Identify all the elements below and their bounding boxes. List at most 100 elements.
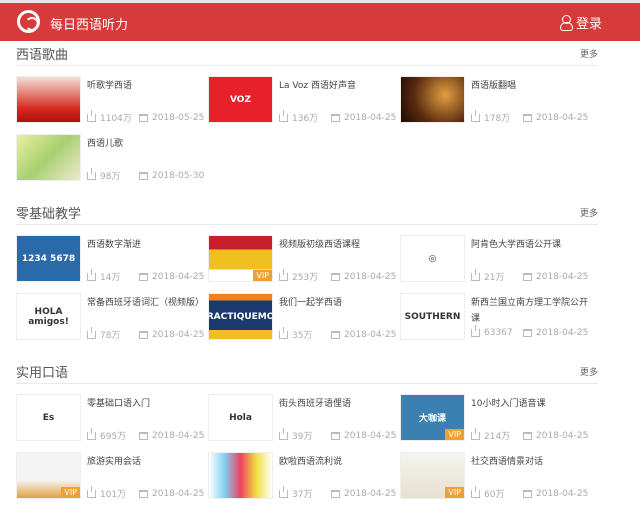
course-thumbnail[interactable]: 大咖课 VIP	[400, 394, 465, 441]
course-title[interactable]: 社交西语情景对话	[471, 454, 589, 470]
thumbnail-label: 1234 5678	[21, 253, 76, 264]
course-title[interactable]: 视频版初级西语课程	[279, 237, 397, 253]
download-count: 178万	[484, 114, 511, 124]
course-title[interactable]: 西语版翻唱	[471, 78, 589, 94]
course-item[interactable]: 听歌学西语 1104万 2018-05-25	[16, 76, 206, 124]
course-thumbnail[interactable]	[400, 76, 465, 123]
download-count: 63367	[484, 328, 513, 338]
section-title: 实用口语	[16, 366, 69, 381]
download-icon	[471, 268, 480, 281]
calendar-icon	[139, 113, 148, 122]
course-thumbnail[interactable]: SOUTHERN	[400, 293, 465, 340]
app-header: 每日西语听力 登录	[0, 3, 640, 41]
thumbnail-label: SOUTHERN	[404, 311, 461, 322]
download-count: 136万	[292, 114, 319, 124]
course-item[interactable]: VIP 社交西语情景对话 60万 2018-04-25	[400, 452, 590, 500]
download-icon	[471, 109, 480, 122]
section-1: 零基础教学 更多 1234 5678 西语数字渐进 14万 2018-04-25…	[16, 203, 598, 341]
download-count: 35万	[292, 331, 313, 341]
download-count: 1104万	[100, 114, 132, 124]
calendar-icon	[523, 113, 532, 122]
thumbnail-label: Es	[42, 412, 55, 423]
course-item[interactable]: 大咖课 VIP 10小时入门语音课 214万 2018-04-25	[400, 394, 590, 442]
course-item[interactable]: VIP 视频版初级西语课程 253万 2018-04-25	[208, 235, 398, 283]
download-count: 37万	[292, 490, 313, 500]
login-button[interactable]: 登录	[559, 13, 602, 32]
course-title[interactable]: 零基础口语入门	[87, 396, 205, 412]
download-icon	[279, 326, 288, 339]
publish-date: 2018-04-25	[536, 112, 589, 123]
section-2: 实用口语 更多 Es 零基础口语入门 695万 2018-04-25 Hola …	[16, 362, 598, 500]
course-title[interactable]: 听歌学西语	[87, 78, 205, 94]
calendar-icon	[139, 489, 148, 498]
section-title: 零基础教学	[16, 207, 82, 222]
download-icon	[87, 485, 96, 498]
course-title[interactable]: 新西兰国立南方理工学院公开课	[471, 295, 589, 327]
course-thumbnail[interactable]: VOZ	[208, 76, 273, 123]
course-thumbnail[interactable]	[16, 76, 81, 123]
course-thumbnail[interactable]: PRACTIQUEMOS	[208, 293, 273, 340]
course-item[interactable]: ◎ 阿肯色大学西语公开课 21万 2018-04-25	[400, 235, 590, 283]
more-link[interactable]: 更多	[580, 365, 598, 378]
course-item[interactable]: Hola 街头西班牙语俚语 39万 2018-04-25	[208, 394, 398, 442]
course-item[interactable]: PRACTIQUEMOS 我们一起学西语 35万 2018-04-25	[208, 293, 398, 341]
course-title[interactable]: 西语数字渐进	[87, 237, 205, 253]
course-thumbnail[interactable]: VIP	[208, 235, 273, 282]
publish-date: 2018-04-25	[344, 488, 397, 499]
course-thumbnail[interactable]: Hola	[208, 394, 273, 441]
download-icon	[87, 268, 96, 281]
thumbnail-label: PRACTIQUEMOS	[208, 311, 272, 322]
download-icon	[279, 485, 288, 498]
more-link[interactable]: 更多	[580, 47, 598, 60]
download-count: 214万	[484, 432, 511, 442]
course-item[interactable]: HOLA amigos! 常备西班牙语词汇（视频版） 78万 2018-04-2…	[16, 293, 206, 341]
course-title[interactable]: La Voz 西语好声音	[279, 78, 397, 94]
course-item[interactable]: VIP 旅游实用会话 101万 2018-04-25	[16, 452, 206, 500]
course-title[interactable]: 欧啦西语流利说	[279, 454, 397, 470]
course-thumbnail[interactable]: 1234 5678	[16, 235, 81, 282]
publish-date: 2018-04-25	[344, 329, 397, 340]
course-title[interactable]: 我们一起学西语	[279, 295, 397, 311]
publish-date: 2018-04-25	[536, 271, 589, 282]
download-count: 695万	[100, 432, 127, 442]
course-item[interactable]: 1234 5678 西语数字渐进 14万 2018-04-25	[16, 235, 206, 283]
course-title[interactable]: 西语儿歌	[87, 136, 205, 152]
more-link[interactable]: 更多	[580, 206, 598, 219]
download-icon	[87, 427, 96, 440]
course-title[interactable]: 10小时入门语音课	[471, 396, 589, 412]
course-item[interactable]: VOZ La Voz 西语好声音 136万 2018-04-25	[208, 76, 398, 124]
course-thumbnail[interactable]: ◎	[400, 235, 465, 282]
course-item[interactable]: 西语版翻唱 178万 2018-04-25	[400, 76, 590, 124]
calendar-icon	[523, 272, 532, 281]
section-header: 西语歌曲 更多	[16, 44, 598, 66]
course-item[interactable]: Es 零基础口语入门 695万 2018-04-25	[16, 394, 206, 442]
course-thumbnail[interactable]: Es	[16, 394, 81, 441]
section-header: 实用口语 更多	[16, 362, 598, 384]
download-icon	[471, 427, 480, 440]
download-count: 21万	[484, 273, 505, 283]
course-item[interactable]: SOUTHERN 新西兰国立南方理工学院公开课 63367 2018-04-25	[400, 293, 590, 340]
course-item[interactable]: 西语儿歌 98万 2018-05-30	[16, 134, 206, 182]
calendar-icon	[331, 330, 340, 339]
publish-date: 2018-04-25	[536, 430, 589, 441]
course-thumbnail[interactable]: HOLA amigos!	[16, 293, 81, 340]
logo-icon[interactable]	[17, 10, 40, 33]
publish-date: 2018-05-25	[152, 112, 205, 123]
publish-date: 2018-04-25	[344, 430, 397, 441]
thumbnail-label: HOLA amigos!	[28, 306, 69, 327]
course-title[interactable]: 常备西班牙语词汇（视频版）	[87, 295, 205, 311]
course-thumbnail[interactable]	[16, 134, 81, 181]
course-title[interactable]: 旅游实用会话	[87, 454, 205, 470]
calendar-icon	[139, 272, 148, 281]
vip-badge: VIP	[253, 270, 272, 281]
calendar-icon	[331, 489, 340, 498]
course-thumbnail[interactable]	[208, 452, 273, 499]
course-title[interactable]: 街头西班牙语俚语	[279, 396, 397, 412]
calendar-icon	[139, 431, 148, 440]
course-item[interactable]: 欧啦西语流利说 37万 2018-04-25	[208, 452, 398, 500]
course-thumbnail[interactable]: VIP	[400, 452, 465, 499]
download-icon	[279, 268, 288, 281]
calendar-icon	[331, 272, 340, 281]
course-title[interactable]: 阿肯色大学西语公开课	[471, 237, 589, 253]
course-thumbnail[interactable]: VIP	[16, 452, 81, 499]
